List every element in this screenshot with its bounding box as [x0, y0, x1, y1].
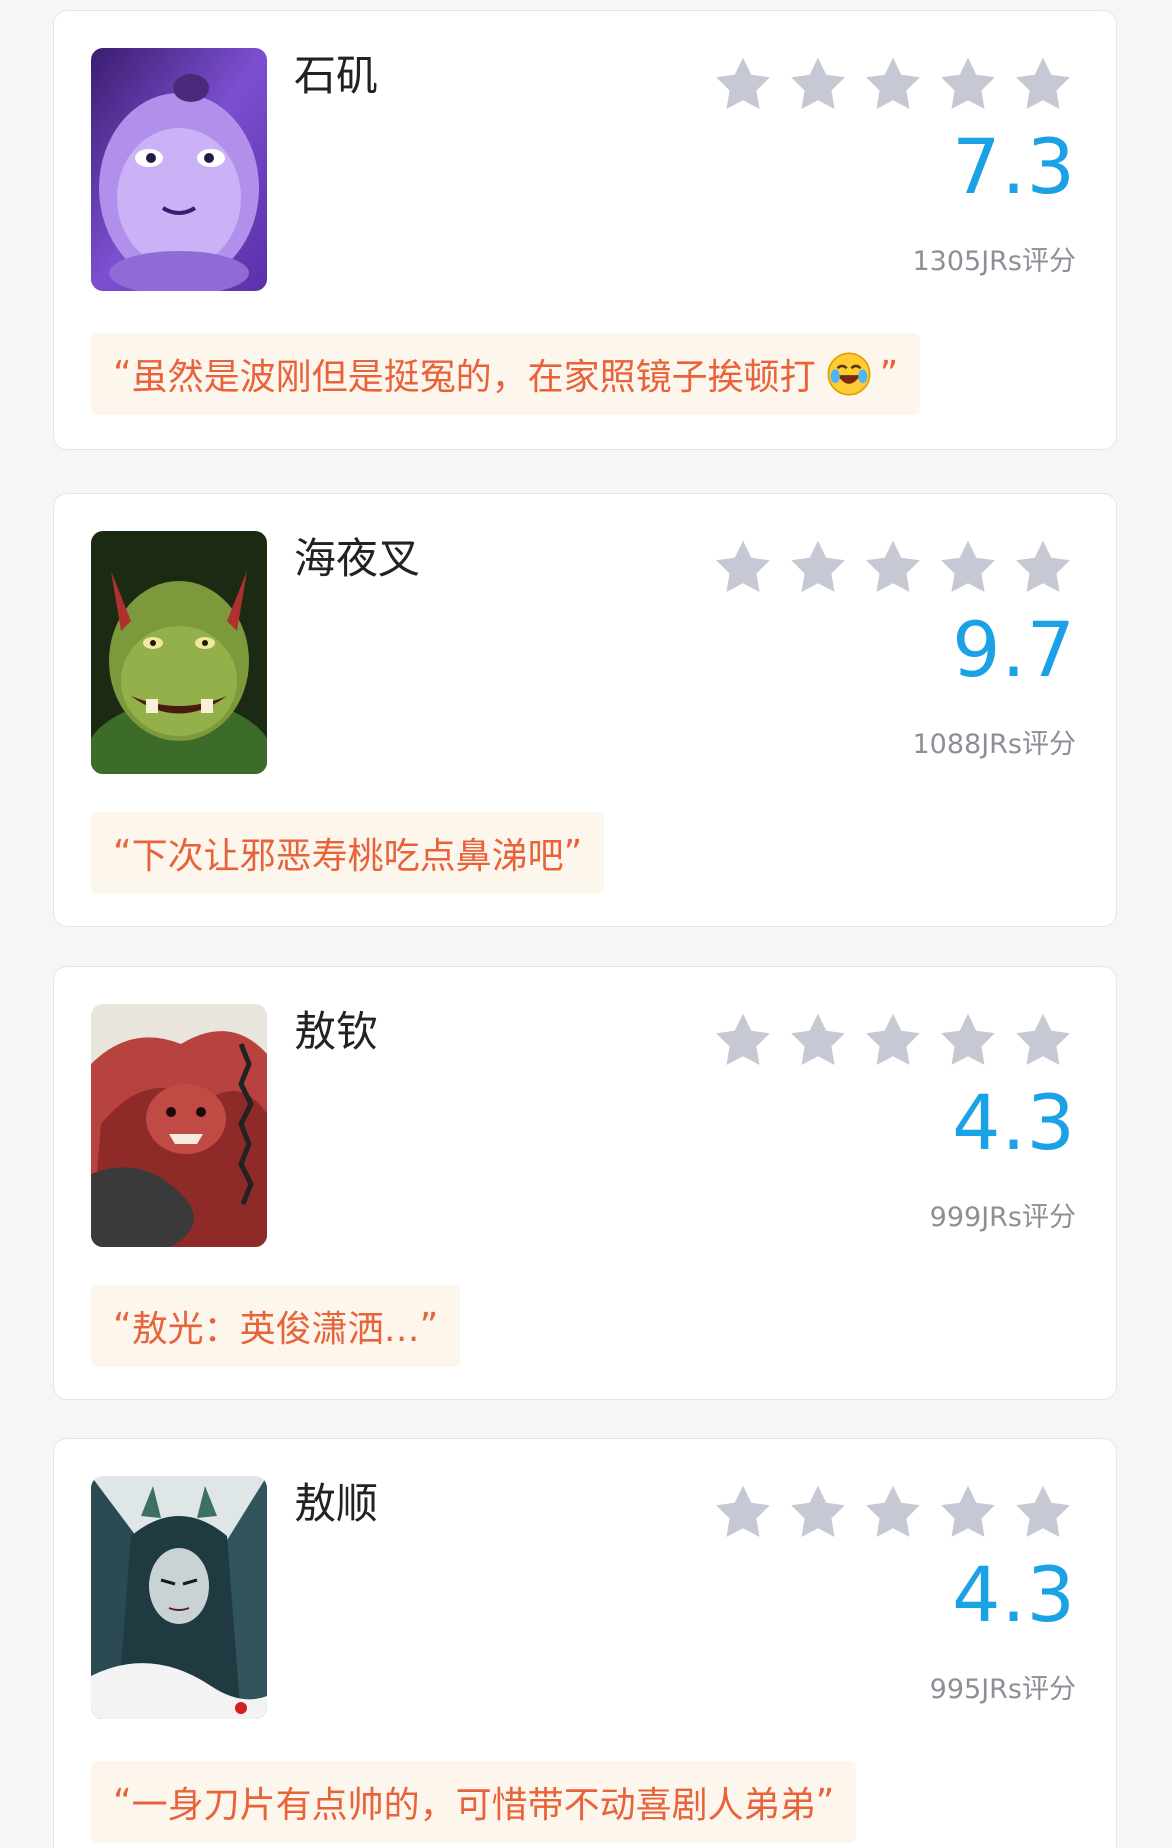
star-icon[interactable]	[787, 1481, 849, 1543]
comment-text: 敖光：英俊潇洒…	[131, 1309, 420, 1350]
comment-text: 一身刀片有点帅的，可惜带不动喜剧人弟弟	[131, 1785, 816, 1826]
star-icon[interactable]	[712, 53, 774, 115]
star-icon[interactable]	[712, 1481, 774, 1543]
laughing-tears-emoji-icon	[826, 351, 872, 397]
quote-close-mark: ”	[563, 832, 583, 874]
star-icon[interactable]	[712, 1009, 774, 1071]
rating-list: 石矶 7.3 1305JRs评分 “ 虽然是波刚但是挺冤的，在家照镜子挨顿打 ”…	[0, 0, 1172, 1848]
star-icon[interactable]	[862, 1009, 924, 1071]
rating-score: 7.3	[952, 122, 1076, 211]
star-icon[interactable]	[862, 53, 924, 115]
quote-open-mark: “	[113, 832, 132, 874]
character-card[interactable]: 石矶 7.3 1305JRs评分 “ 虽然是波刚但是挺冤的，在家照镜子挨顿打 ”	[53, 10, 1117, 450]
comment-text: 下次让邪恶寿桃吃点鼻涕吧	[131, 836, 564, 877]
rating-count: 999JRs评分	[929, 1202, 1076, 1233]
star-icon[interactable]	[712, 536, 774, 598]
character-avatar-haiyecha[interactable]	[91, 531, 267, 774]
star-icon[interactable]	[1012, 53, 1074, 115]
rating-count: 995JRs评分	[929, 1674, 1076, 1705]
star-icon[interactable]	[937, 1009, 999, 1071]
character-avatar-shiji[interactable]	[91, 48, 267, 291]
star-icon[interactable]	[862, 536, 924, 598]
star-rating[interactable]	[712, 536, 1074, 598]
rating-score: 4.3	[952, 1078, 1076, 1167]
character-card[interactable]: 敖钦 4.3 999JRs评分 “ 敖光：英俊潇洒… ”	[53, 966, 1117, 1400]
star-icon[interactable]	[937, 536, 999, 598]
character-avatar-aoshun[interactable]	[91, 1476, 267, 1719]
quote-open-mark: “	[113, 1781, 132, 1823]
quote-open-mark: “	[113, 1305, 132, 1347]
star-rating[interactable]	[712, 53, 1074, 115]
character-card[interactable]: 敖顺 4.3 995JRs评分 “ 一身刀片有点帅的，可惜带不动喜剧人弟弟 ”	[53, 1438, 1117, 1848]
top-comment[interactable]: “ 敖光：英俊潇洒… ”	[91, 1285, 461, 1367]
character-name: 敖顺	[294, 1479, 379, 1528]
star-icon[interactable]	[1012, 536, 1074, 598]
star-icon[interactable]	[787, 53, 849, 115]
star-icon[interactable]	[862, 1481, 924, 1543]
rating-count: 1088JRs评分	[912, 729, 1076, 760]
quote-close-mark: ”	[815, 1781, 835, 1823]
star-icon[interactable]	[937, 1481, 999, 1543]
star-icon[interactable]	[1012, 1481, 1074, 1543]
top-comment[interactable]: “ 一身刀片有点帅的，可惜带不动喜剧人弟弟 ”	[91, 1761, 857, 1843]
character-card[interactable]: 海夜叉 9.7 1088JRs评分 “ 下次让邪恶寿桃吃点鼻涕吧 ”	[53, 493, 1117, 927]
quote-close-mark: ”	[419, 1305, 439, 1347]
rating-count: 1305JRs评分	[912, 246, 1076, 277]
star-rating[interactable]	[712, 1009, 1074, 1071]
rating-score: 9.7	[952, 605, 1076, 694]
star-rating[interactable]	[712, 1481, 1074, 1543]
star-icon[interactable]	[787, 1009, 849, 1071]
character-name: 海夜叉	[294, 534, 421, 583]
quote-close-mark: ”	[879, 353, 899, 395]
top-comment[interactable]: “ 下次让邪恶寿桃吃点鼻涕吧 ”	[91, 812, 605, 894]
star-icon[interactable]	[1012, 1009, 1074, 1071]
top-comment[interactable]: “ 虽然是波刚但是挺冤的，在家照镜子挨顿打 ”	[91, 333, 921, 415]
character-avatar-aoqin[interactable]	[91, 1004, 267, 1247]
rating-score: 4.3	[952, 1550, 1076, 1639]
character-name: 敖钦	[294, 1007, 379, 1056]
quote-open-mark: “	[113, 353, 132, 395]
star-icon[interactable]	[787, 536, 849, 598]
star-icon[interactable]	[937, 53, 999, 115]
comment-text: 虽然是波刚但是挺冤的，在家照镜子挨顿打	[131, 357, 816, 398]
character-name: 石矶	[294, 51, 379, 100]
